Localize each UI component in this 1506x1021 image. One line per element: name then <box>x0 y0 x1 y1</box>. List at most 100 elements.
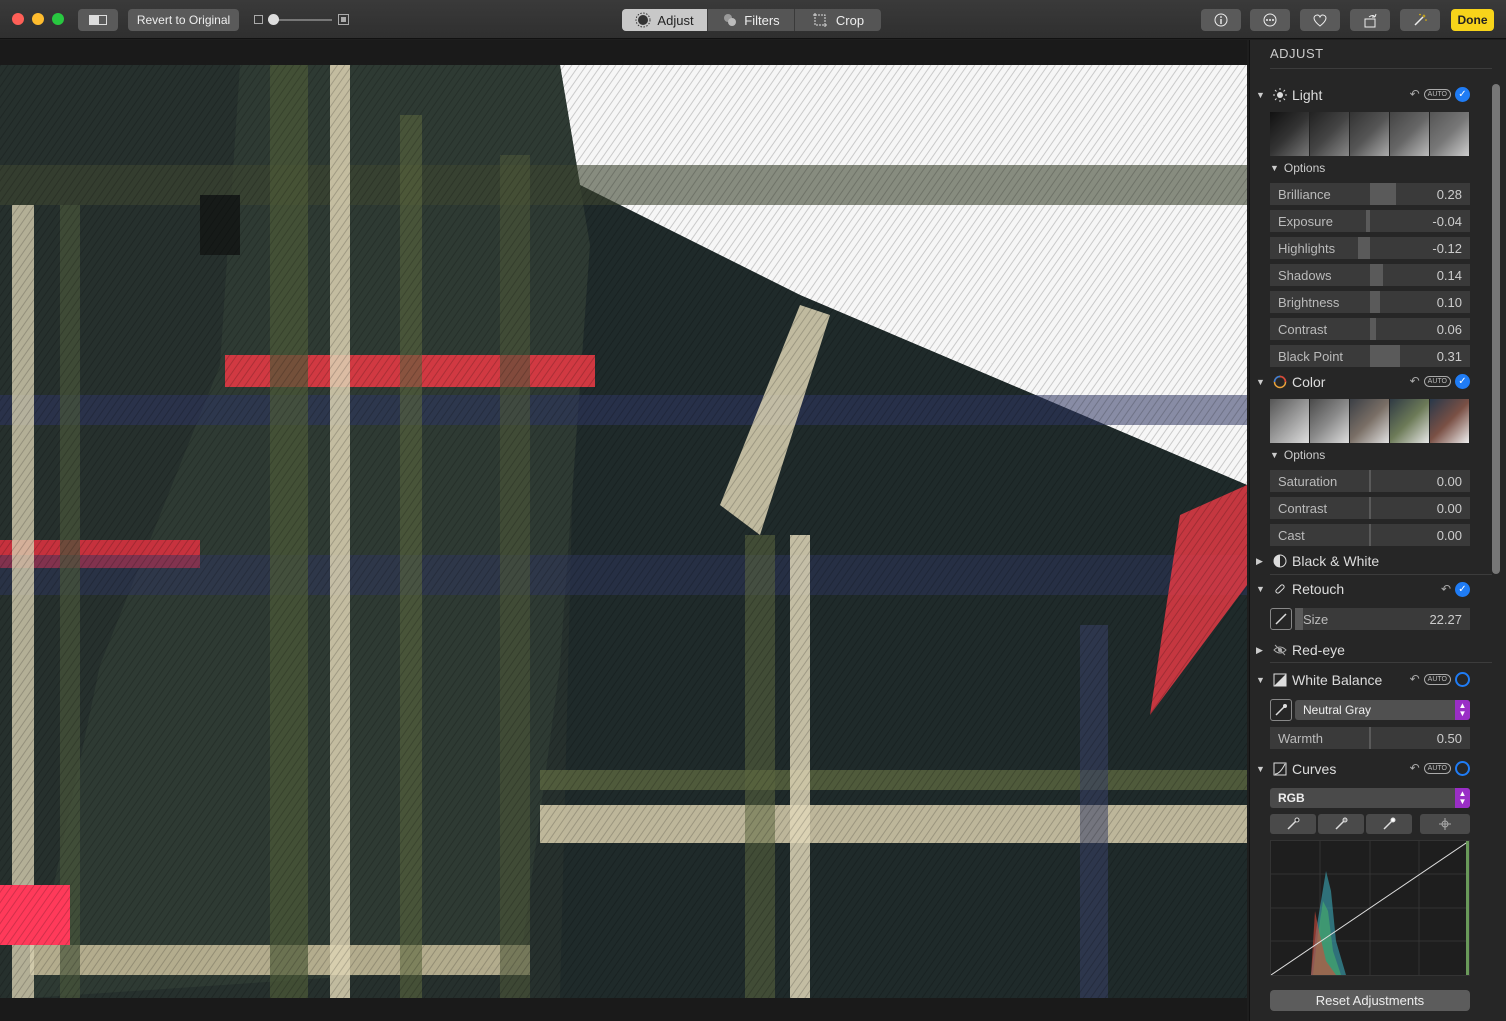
section-retouch-label: Retouch <box>1292 581 1345 597</box>
disclosure-open-icon: ▼ <box>1256 584 1265 594</box>
disclosure-closed-icon: ▶ <box>1256 644 1263 655</box>
zoom-small-icon <box>254 15 263 24</box>
slider-contrast[interactable]: Contrast 0.06 <box>1270 318 1470 340</box>
white-balance-mode-select[interactable]: Neutral Gray ▲ ▼ <box>1295 700 1470 720</box>
slider-value: 22.27 <box>1429 612 1462 627</box>
light-enabled-check-icon[interactable]: ✓ <box>1455 86 1470 102</box>
undo-icon[interactable]: ↶ <box>1410 761 1420 775</box>
slider-value: 0.14 <box>1436 268 1462 283</box>
favorite-button[interactable] <box>1300 9 1340 31</box>
brush-icon <box>1275 613 1287 625</box>
slider-label: Highlights <box>1278 241 1336 256</box>
light-thumbnails[interactable] <box>1270 112 1470 156</box>
undo-icon[interactable]: ↶ <box>1441 582 1451 596</box>
slider-value: 0.31 <box>1436 349 1462 364</box>
color-enabled-check-icon[interactable]: ✓ <box>1455 373 1470 389</box>
white-point-eyedropper-button[interactable] <box>1366 814 1412 834</box>
auto-enhance-button[interactable] <box>1400 9 1440 31</box>
white-balance-controls: ↶ AUTO <box>1410 669 1470 689</box>
filters-icon <box>724 14 737 26</box>
rotate-icon <box>1364 13 1376 27</box>
color-thumbnails[interactable] <box>1270 399 1470 443</box>
section-red-eye[interactable]: ▶ Red-eye <box>1256 640 1345 660</box>
zoom-large-icon <box>338 14 349 25</box>
half-circle-icon <box>1272 553 1288 569</box>
options-label: Options <box>1283 161 1326 175</box>
reset-adjustments-button[interactable]: Reset Adjustments <box>1270 990 1470 1011</box>
light-options-toggle[interactable]: ▼ Options <box>1270 161 1325 175</box>
divider <box>1270 574 1492 575</box>
tab-crop[interactable]: Crop <box>795 9 881 31</box>
section-curves[interactable]: ▼ Curves <box>1256 759 1336 779</box>
curves-channel-select[interactable]: RGB ▲ ▼ <box>1270 788 1470 808</box>
sun-icon <box>1272 87 1288 103</box>
close-window-button[interactable] <box>12 13 24 25</box>
curves-icon <box>1272 761 1288 777</box>
white-balance-icon <box>1272 672 1288 688</box>
section-retouch[interactable]: ▼ Retouch <box>1256 579 1344 599</box>
disclosure-open-icon: ▼ <box>1256 675 1265 685</box>
slider-brightness[interactable]: Brightness 0.10 <box>1270 291 1470 313</box>
magic-wand-icon <box>1414 13 1427 26</box>
retouch-brush-button[interactable] <box>1270 608 1292 630</box>
color-auto-button[interactable]: AUTO <box>1423 375 1451 387</box>
white-balance-mode-value: Neutral Gray <box>1303 703 1372 717</box>
slider-exposure[interactable]: Exposure -0.04 <box>1270 210 1470 232</box>
slider-value: -0.12 <box>1432 241 1462 256</box>
zoom-window-button[interactable] <box>52 13 64 25</box>
minimize-window-button[interactable] <box>32 13 44 25</box>
white-balance-auto-button[interactable]: AUTO <box>1423 673 1451 685</box>
section-light[interactable]: ▼ Light <box>1256 85 1322 105</box>
curves-auto-button[interactable]: AUTO <box>1423 762 1451 774</box>
photo-canvas[interactable] <box>0 40 1247 1021</box>
slider-color-contrast[interactable]: Contrast 0.00 <box>1270 497 1470 519</box>
tab-crop-label: Crop <box>835 12 865 28</box>
slider-shadows[interactable]: Shadows 0.14 <box>1270 264 1470 286</box>
slider-label: Shadows <box>1278 268 1332 283</box>
done-button[interactable]: Done <box>1451 9 1494 31</box>
curves-enable-toggle[interactable] <box>1455 760 1470 776</box>
crop-icon <box>812 13 827 27</box>
undo-icon[interactable]: ↶ <box>1410 87 1420 101</box>
adjust-dial-icon <box>635 12 651 28</box>
tab-filters[interactable]: Filters <box>708 9 795 31</box>
slider-label: Size <box>1303 612 1329 627</box>
section-red-eye-label: Red-eye <box>1292 642 1345 658</box>
panel-title: ADJUST <box>1270 46 1324 61</box>
mid-point-eyedropper-button[interactable] <box>1318 814 1364 834</box>
slider-black-point[interactable]: Black Point 0.31 <box>1270 345 1470 367</box>
white-balance-enable-toggle[interactable] <box>1455 671 1470 687</box>
slider-label: Contrast <box>1278 322 1328 337</box>
revert-to-original-button[interactable]: Revert to Original <box>128 9 239 31</box>
compare-button[interactable] <box>78 9 118 31</box>
light-auto-button[interactable]: AUTO <box>1423 88 1451 100</box>
slider-label: Brightness <box>1278 295 1340 310</box>
section-color[interactable]: ▼ Color <box>1256 372 1325 392</box>
edit-mode-tabs: Adjust Filters Crop <box>622 9 881 31</box>
slider-brilliance[interactable]: Brilliance 0.28 <box>1270 183 1470 205</box>
info-button[interactable] <box>1201 9 1241 31</box>
section-white-balance[interactable]: ▼ White Balance <box>1256 670 1382 690</box>
slider-highlights[interactable]: Highlights -0.12 <box>1270 237 1470 259</box>
slider-saturation[interactable]: Saturation 0.00 <box>1270 470 1470 492</box>
curves-graph[interactable] <box>1270 840 1470 976</box>
more-options-button[interactable] <box>1250 9 1290 31</box>
add-point-button[interactable] <box>1420 814 1470 834</box>
slider-size[interactable]: Size 22.27 <box>1295 608 1470 630</box>
tab-adjust-label: Adjust <box>657 12 694 28</box>
undo-icon[interactable]: ↶ <box>1410 374 1420 388</box>
slider-cast[interactable]: Cast 0.00 <box>1270 524 1470 546</box>
zoom-slider-knob[interactable] <box>268 14 279 25</box>
white-balance-eyedropper-button[interactable] <box>1270 699 1292 721</box>
undo-icon[interactable]: ↶ <box>1410 672 1420 686</box>
section-light-label: Light <box>1292 87 1323 103</box>
section-black-white[interactable]: ▶ Black & White <box>1256 551 1379 571</box>
black-point-eyedropper-button[interactable] <box>1270 814 1316 834</box>
tab-adjust[interactable]: Adjust <box>622 9 708 31</box>
retouch-enabled-check-icon[interactable]: ✓ <box>1455 581 1470 597</box>
panel-scrollbar[interactable] <box>1492 84 1500 574</box>
color-options-toggle[interactable]: ▼ Options <box>1270 448 1325 462</box>
slider-warmth[interactable]: Warmth 0.50 <box>1270 727 1470 749</box>
rotate-button[interactable] <box>1350 9 1390 31</box>
slider-label: Contrast <box>1278 501 1328 516</box>
